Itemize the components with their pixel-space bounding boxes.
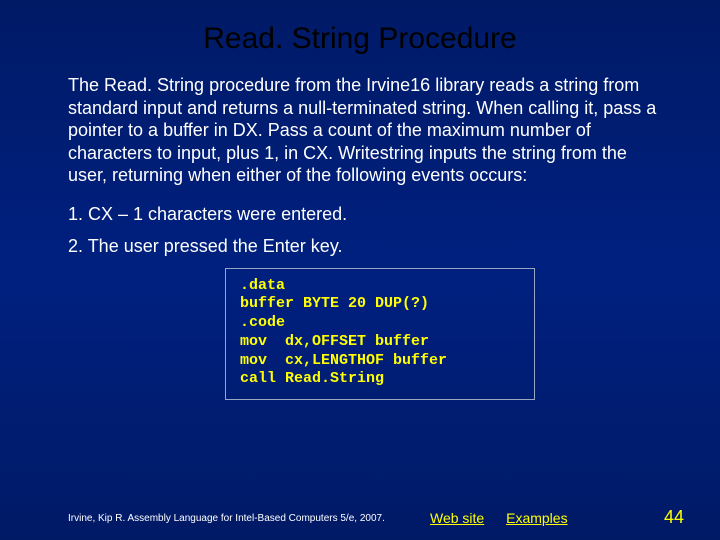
footer-links: Web site Examples [430, 510, 586, 526]
page-number: 44 [664, 507, 684, 528]
code-block: .data buffer BYTE 20 DUP(?) .code mov dx… [225, 268, 535, 401]
citation-text: Irvine, Kip R. Assembly Language for Int… [68, 513, 385, 524]
code-line: mov cx,LENGTHOF buffer [240, 352, 522, 371]
code-line: .data [240, 277, 522, 296]
body-paragraph: The Read. String procedure from the Irvi… [0, 74, 720, 187]
list-item-1: 1. CX – 1 characters were entered. [0, 203, 720, 226]
code-line: buffer BYTE 20 DUP(?) [240, 295, 522, 314]
code-line: mov dx,OFFSET buffer [240, 333, 522, 352]
code-line: .code [240, 314, 522, 333]
list-item-2: 2. The user pressed the Enter key. [0, 235, 720, 258]
slide-title: Read. String Procedure [0, 0, 720, 74]
website-link[interactable]: Web site [430, 510, 484, 526]
examples-link[interactable]: Examples [506, 510, 567, 526]
footer: Irvine, Kip R. Assembly Language for Int… [0, 508, 720, 526]
code-line: call Read.String [240, 370, 522, 389]
